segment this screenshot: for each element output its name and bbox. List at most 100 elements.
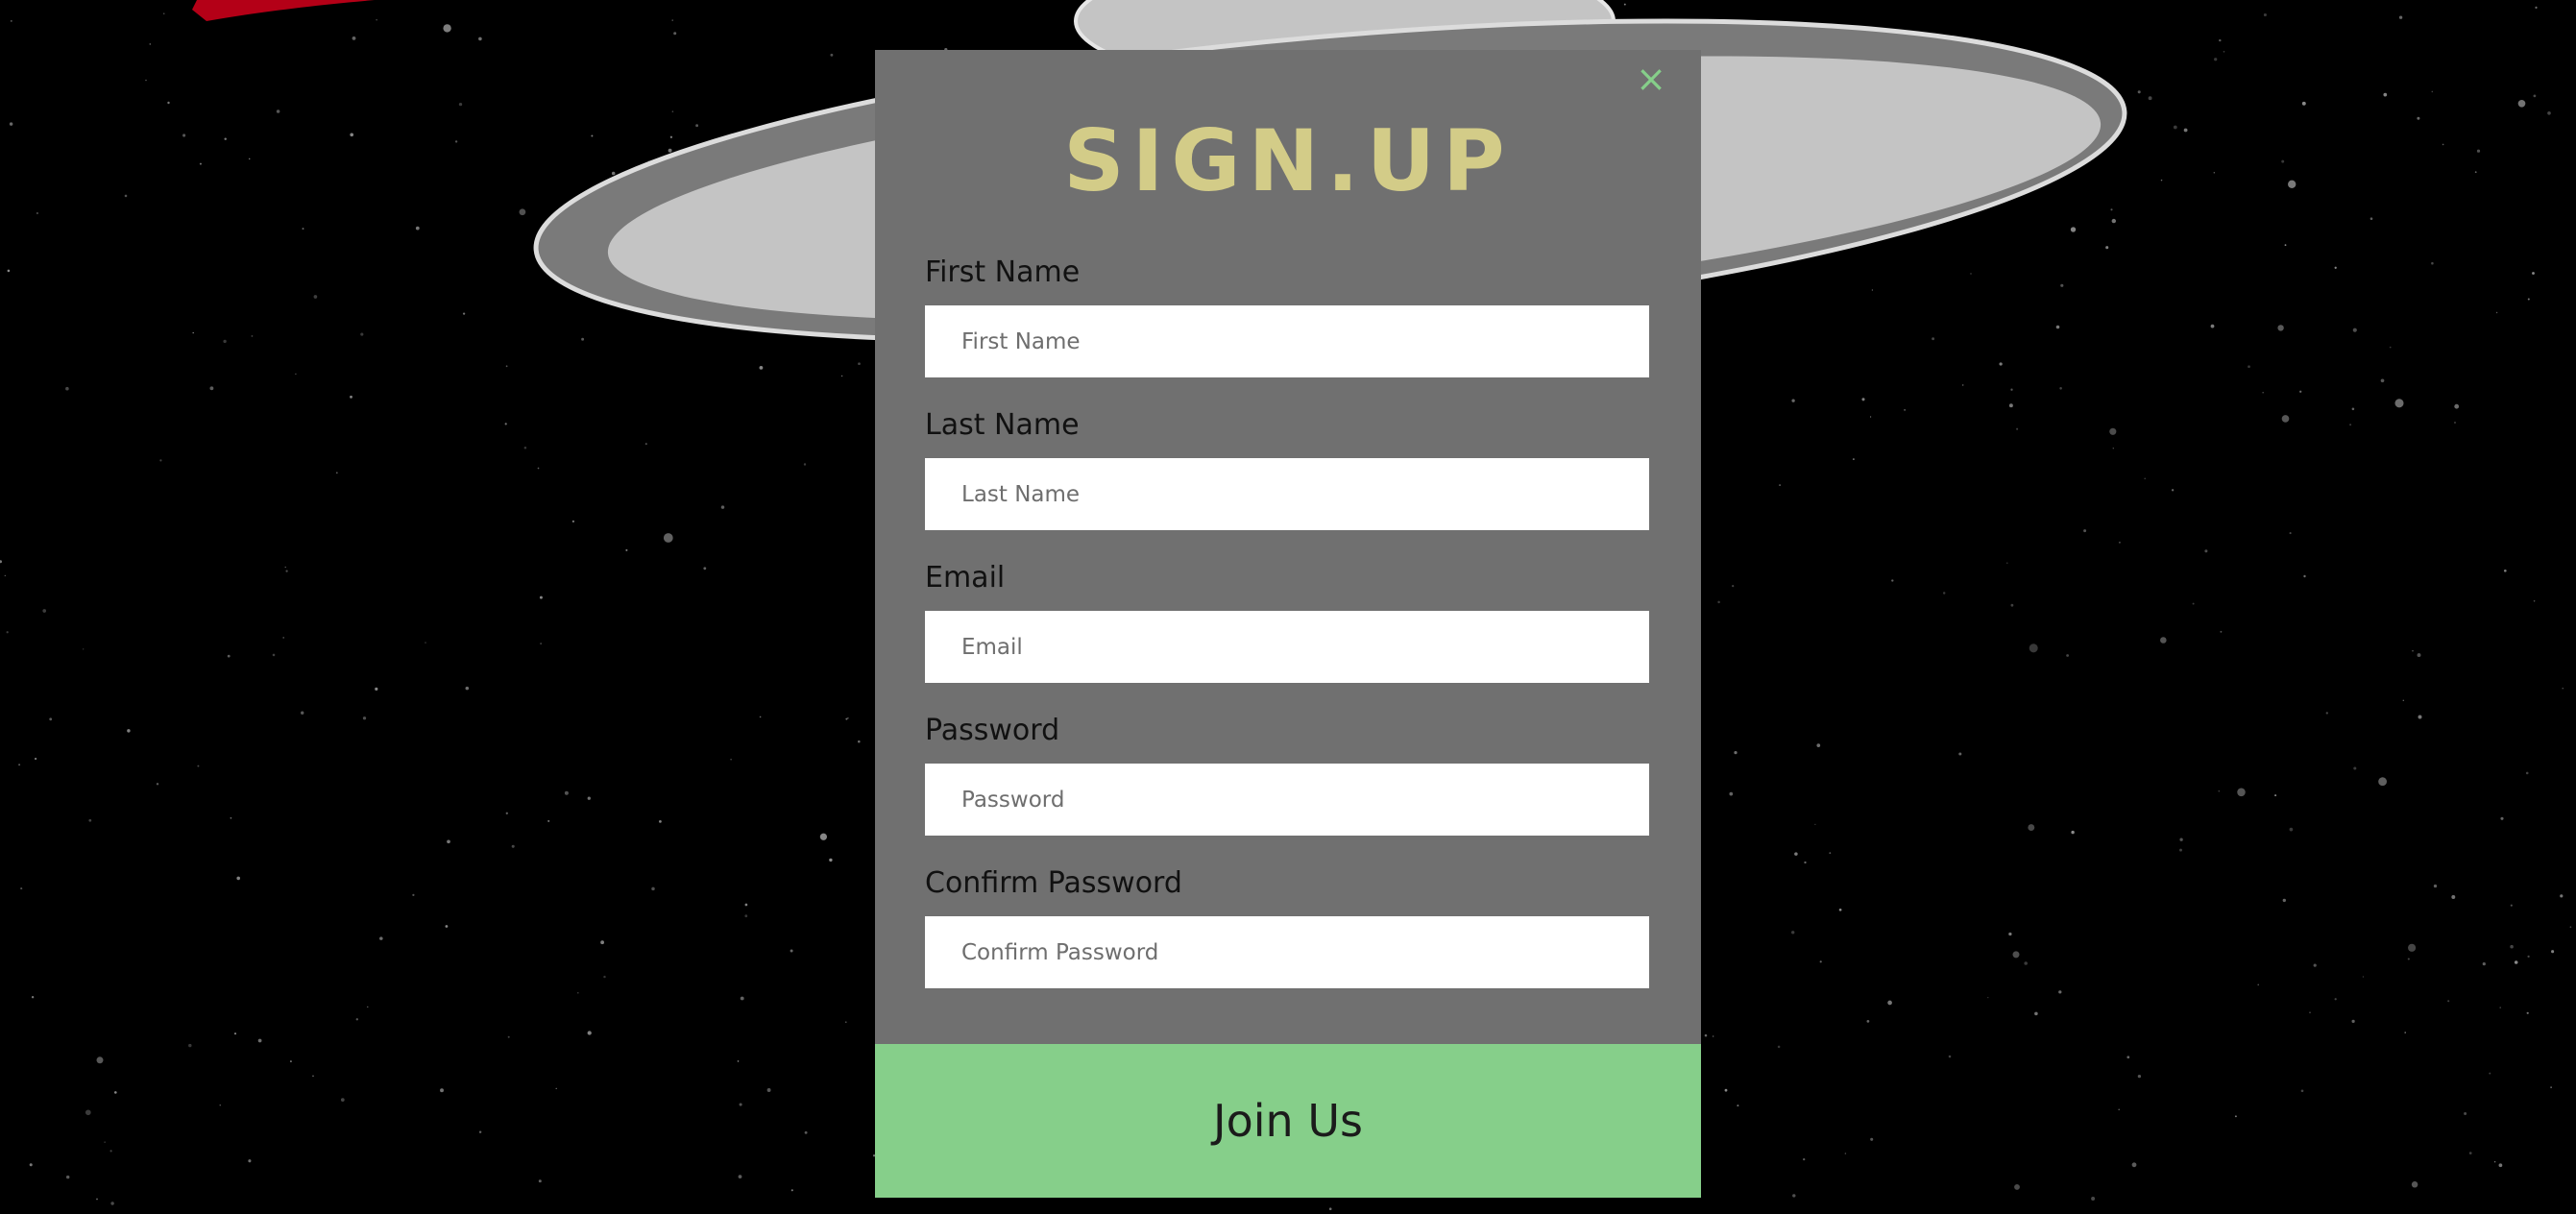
join-us-button[interactable]: Join Us <box>875 1044 1701 1198</box>
last-name-input[interactable] <box>925 458 1649 530</box>
star <box>149 43 152 45</box>
star <box>2498 1163 2503 1168</box>
star <box>2118 1108 2120 1111</box>
star <box>2131 1162 2137 1168</box>
star <box>759 366 764 370</box>
star <box>313 295 318 299</box>
star <box>2024 961 2028 965</box>
star <box>2527 298 2530 301</box>
star <box>367 1006 369 1008</box>
star <box>1779 484 1782 487</box>
star <box>1891 579 1894 582</box>
star <box>42 609 47 613</box>
close-icon[interactable]: × <box>1632 60 1670 98</box>
star <box>730 758 732 761</box>
star <box>145 79 147 82</box>
star <box>2334 266 2337 269</box>
star <box>230 816 232 819</box>
star <box>2234 1115 2237 1118</box>
star <box>2398 15 2403 19</box>
star <box>2353 766 2357 770</box>
star <box>625 548 628 551</box>
star <box>376 19 377 21</box>
star <box>1932 337 1935 341</box>
star <box>668 148 672 153</box>
star <box>651 886 655 891</box>
email-input[interactable] <box>925 611 1649 683</box>
star <box>36 211 39 215</box>
star <box>162 12 165 15</box>
star <box>2351 407 2355 411</box>
star <box>272 653 276 657</box>
email-label: Email <box>925 561 1006 595</box>
star <box>2289 827 2294 832</box>
star <box>2281 159 2285 163</box>
star <box>31 996 35 999</box>
star <box>738 1175 742 1178</box>
star <box>858 740 861 743</box>
star <box>858 362 861 366</box>
star <box>1794 852 1798 856</box>
star <box>2012 951 2020 959</box>
star <box>505 812 508 814</box>
star <box>663 533 673 543</box>
star <box>20 887 23 890</box>
star <box>2171 489 2175 492</box>
star <box>156 783 159 786</box>
confirm-password-input[interactable] <box>925 916 1649 988</box>
star <box>257 1038 262 1043</box>
star <box>2402 699 2405 702</box>
star <box>2112 448 2114 449</box>
star <box>2412 650 2414 652</box>
star <box>2262 392 2264 394</box>
star <box>2569 926 2572 929</box>
star <box>197 765 200 767</box>
star <box>2137 90 2141 94</box>
star <box>362 716 367 720</box>
star <box>564 790 569 795</box>
star <box>2517 99 2526 108</box>
star <box>312 1075 314 1078</box>
star <box>739 1103 742 1106</box>
star <box>199 162 202 165</box>
star <box>2499 1007 2501 1008</box>
star <box>2277 325 2284 331</box>
star <box>790 1189 793 1192</box>
star <box>2418 715 2422 719</box>
star <box>2289 532 2292 535</box>
first-name-input[interactable] <box>925 305 1649 377</box>
star <box>2220 630 2223 633</box>
star <box>375 687 378 691</box>
star <box>2223 51 2225 53</box>
star <box>2109 427 2117 435</box>
star <box>1871 289 1874 291</box>
star <box>2474 171 2477 174</box>
star <box>2334 998 2337 1001</box>
star <box>447 839 450 844</box>
star <box>2213 172 2216 174</box>
star <box>236 876 241 881</box>
password-input[interactable] <box>925 764 1649 836</box>
star <box>2451 895 2456 899</box>
star <box>2288 180 2297 188</box>
star <box>0 560 2 564</box>
star <box>2369 217 2373 220</box>
star <box>2066 654 2069 657</box>
star <box>2204 549 2208 553</box>
star <box>845 717 848 720</box>
star <box>2028 824 2035 832</box>
star <box>248 158 251 160</box>
star <box>2118 541 2121 544</box>
star <box>2010 603 2014 607</box>
star <box>1970 273 1972 275</box>
star <box>6 631 9 634</box>
star <box>251 334 254 337</box>
star <box>454 140 458 143</box>
star <box>415 226 420 231</box>
star <box>465 686 470 691</box>
star <box>829 858 833 862</box>
star <box>695 124 699 128</box>
star <box>2219 38 2222 42</box>
star <box>350 395 352 399</box>
star <box>2417 116 2420 120</box>
